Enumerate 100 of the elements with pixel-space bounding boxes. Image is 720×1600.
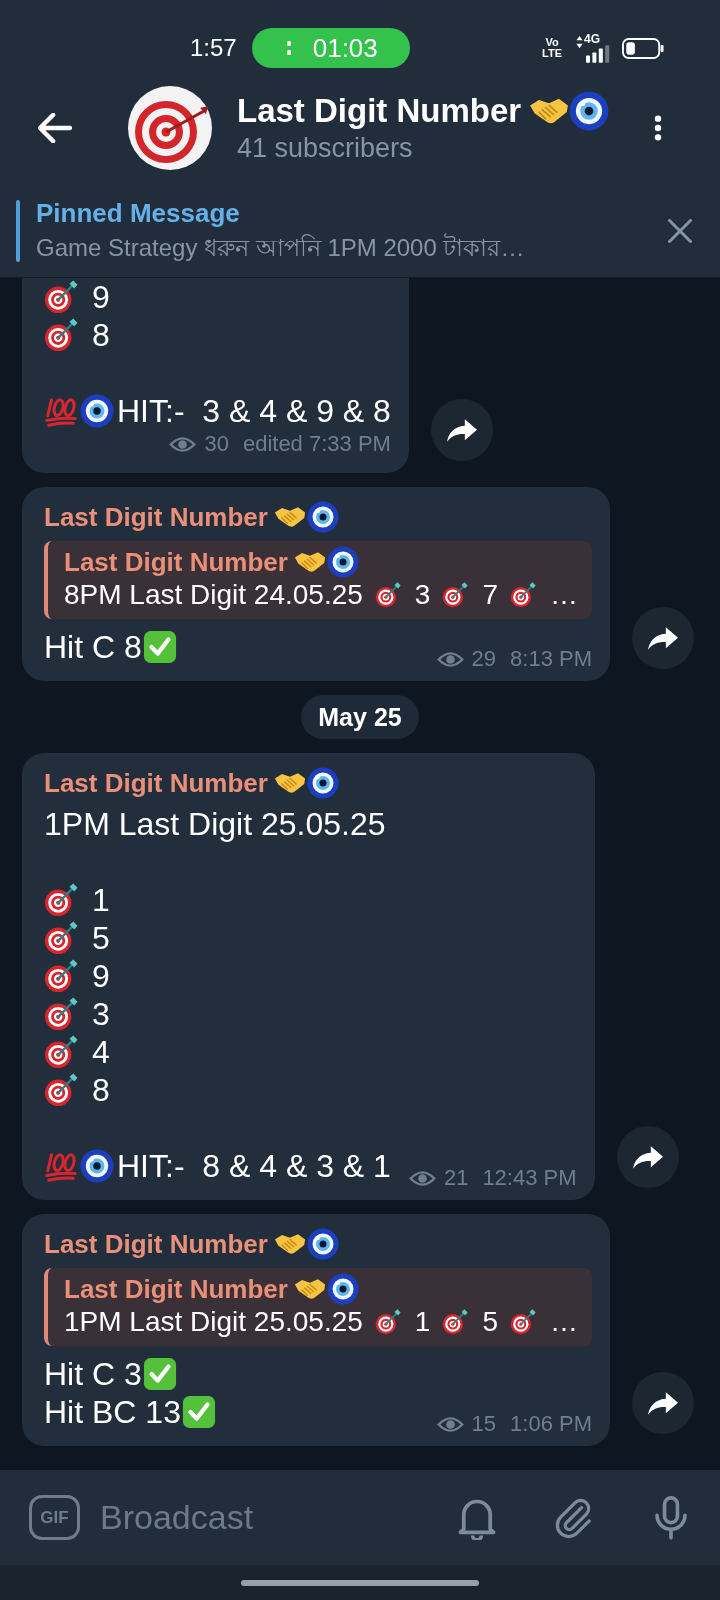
- handshake-icon: [293, 549, 326, 575]
- dart-target-icon: [44, 280, 78, 314]
- more-vertical-icon: [654, 114, 662, 142]
- message-time: edited 7:33 PM: [242, 430, 391, 458]
- message-text: 9: [92, 278, 110, 316]
- message-text: 9: [92, 957, 110, 995]
- quote-text: 8PM Last Digit 24.05.25: [64, 578, 363, 612]
- target-avatar-icon: [128, 86, 212, 170]
- message-text: Hit BC 13: [44, 1393, 181, 1431]
- back-arrow-icon: [38, 113, 72, 143]
- eye-icon: [436, 650, 464, 668]
- dart-target-icon: [442, 580, 469, 610]
- network-type: 4G: [584, 33, 600, 45]
- quote-text: 3: [414, 578, 431, 612]
- message-text: 8: [92, 1071, 110, 1109]
- eye-amulet-icon: [306, 501, 339, 533]
- channel-title: Last Digit Number: [237, 91, 522, 131]
- dart-target-icon: [374, 1307, 401, 1337]
- dart-target-icon: [44, 1073, 78, 1107]
- dart-target-icon: [44, 318, 78, 352]
- sender-name: Last Digit Number: [44, 501, 268, 533]
- eye-amulet-icon: [569, 91, 610, 131]
- handshake-icon: [273, 770, 306, 796]
- subscriber-count: 41 subscribers: [237, 132, 414, 165]
- pinned-label: Pinned Message: [36, 197, 241, 230]
- curved-arrow-icon: [632, 1145, 663, 1169]
- quote-text: 7: [482, 578, 498, 612]
- eye-amulet-icon: [80, 394, 114, 428]
- quote-sender: Last Digit Number: [64, 1273, 288, 1305]
- eye-icon: [436, 1415, 464, 1433]
- up-down-arrows-icon: [576, 35, 583, 49]
- check-mark-icon: [142, 630, 177, 664]
- back-button[interactable]: [37, 110, 73, 146]
- message-text: Hit C 3: [44, 1355, 142, 1393]
- handshake-icon: [273, 504, 306, 530]
- quote-text: …: [550, 1305, 578, 1339]
- handshake-icon: [273, 1231, 306, 1257]
- home-indicator[interactable]: [241, 1579, 479, 1586]
- dart-target-icon: [374, 580, 401, 610]
- message-text: 3: [92, 995, 110, 1033]
- quote-text: 5: [482, 1305, 498, 1339]
- message-time: 12:43 PM: [482, 1164, 577, 1192]
- message-text: 1PM Last Digit 25.05.25: [44, 805, 386, 843]
- battery-icon: [622, 37, 664, 59]
- reply-quote[interactable]: Last Digit Number 1PM Last Digit 25.05.25 1 5 …: [44, 1268, 592, 1346]
- message-text: 8: [92, 316, 110, 354]
- reply-quote[interactable]: Last Digit Number 8PM Last Digit 24.05.25 3 7 …: [44, 541, 592, 619]
- quote-text: 1: [414, 1305, 431, 1339]
- sender-name: Last Digit Number: [44, 1228, 268, 1260]
- volte-label: Vo: [545, 37, 559, 48]
- eye-icon: [169, 435, 197, 453]
- eye-amulet-icon: [326, 546, 359, 578]
- check-mark-icon: [142, 1357, 177, 1391]
- dart-target-icon: [510, 580, 536, 610]
- eye-amulet-icon: [80, 1149, 114, 1183]
- dart-target-icon: [442, 1307, 469, 1337]
- view-count: 15: [471, 1410, 497, 1438]
- view-count: 30: [204, 430, 229, 458]
- volte-label: LTE: [542, 48, 562, 59]
- check-mark-icon: [181, 1395, 216, 1429]
- eye-amulet-icon: [326, 1273, 359, 1305]
- quote-text: …: [550, 578, 578, 612]
- dart-target-icon: [44, 921, 78, 955]
- eye-icon: [408, 1169, 436, 1187]
- close-icon: [668, 219, 692, 243]
- status-time: 1:57: [190, 33, 237, 63]
- composer-bar[interactable]: GIF Broadcast: [0, 1470, 720, 1565]
- handshake-icon: [293, 1276, 326, 1302]
- message-text: 1: [92, 881, 110, 919]
- quote-sender: Last Digit Number: [64, 546, 288, 578]
- dots-icon: [286, 41, 291, 55]
- message-text: 5: [92, 919, 110, 957]
- quote-text: 1PM Last Digit 25.05.25: [64, 1305, 363, 1339]
- dart-target-icon: [44, 959, 78, 993]
- signal-bars-icon: [586, 45, 610, 63]
- message-text: HIT:- 3 & 4 & 9 & 8: [117, 392, 391, 430]
- eye-amulet-icon: [306, 767, 339, 799]
- curved-arrow-icon: [648, 626, 678, 650]
- gif-button[interactable]: GIF: [29, 1495, 80, 1540]
- call-timer: 01:03: [312, 32, 378, 65]
- view-count: 29: [471, 645, 497, 673]
- dart-target-icon: [510, 1307, 536, 1337]
- dart-target-icon: [44, 883, 78, 917]
- pinned-text: Game Strategy ধরুন আপনি 1PM 2000 টাকার…: [36, 232, 525, 263]
- message-time: 1:06 PM: [510, 1410, 592, 1438]
- pinned-message-bar[interactable]: Pinned Message Game Strategy ধরুন আপনি 1PM 2000 টাকার…: [0, 176, 720, 278]
- message-text: Hit C 8: [44, 628, 142, 666]
- curved-arrow-icon: [648, 1391, 678, 1415]
- curved-arrow-icon: [446, 418, 477, 442]
- sender-name: Last Digit Number: [44, 767, 268, 799]
- microphone-icon: [652, 1495, 690, 1540]
- date-label: May 25: [301, 695, 419, 739]
- message-text: 4: [92, 1033, 110, 1071]
- dart-target-icon: [44, 1035, 78, 1069]
- eye-amulet-icon: [306, 1228, 339, 1260]
- message-text: HIT:- 8 & 4 & 3 & 1: [117, 1147, 391, 1185]
- view-count: 21: [443, 1164, 469, 1192]
- message-time: 8:13 PM: [510, 645, 592, 673]
- dart-target-icon: [44, 997, 78, 1031]
- message-field[interactable]: Broadcast: [100, 1487, 417, 1548]
